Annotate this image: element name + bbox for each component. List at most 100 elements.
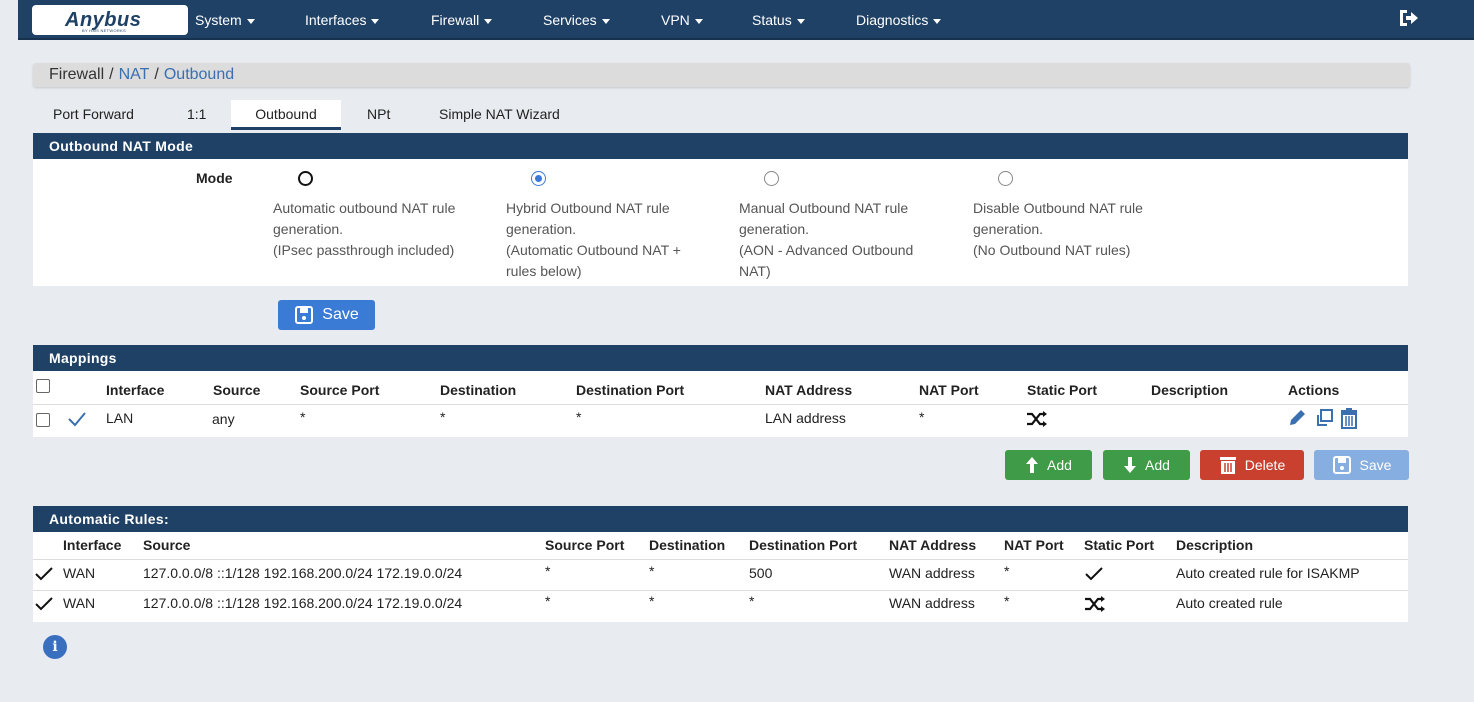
cell-interface: WAN (63, 565, 96, 581)
delete-label: Delete (1244, 457, 1286, 473)
info-icon[interactable]: i (43, 635, 67, 659)
col-destination: Destination (649, 537, 726, 553)
nav-system[interactable]: System (195, 12, 255, 28)
cell-destination: * (440, 409, 446, 425)
nav-diagnostics[interactable]: Diagnostics (856, 12, 942, 28)
select-all-checkbox[interactable] (36, 379, 50, 393)
col-static-port: Static Port (1084, 537, 1155, 553)
logout-icon[interactable] (1398, 8, 1420, 28)
breadcrumb-outbound[interactable]: Outbound (164, 66, 234, 83)
caret-down-icon (933, 18, 942, 24)
caret-down-icon (484, 18, 493, 24)
mode-option-hybrid[interactable]: Hybrid Outbound NAT rule generation. (Au… (506, 171, 716, 282)
nav-label: Interfaces (305, 12, 367, 28)
col-destination: Destination (440, 382, 517, 398)
radio-disable[interactable] (998, 171, 1013, 186)
nav-label: System (195, 12, 242, 28)
logo-tagline: BY HMS NETWORKS (82, 28, 126, 33)
copy-icon[interactable] (1314, 408, 1334, 428)
mode-label: Mode (196, 170, 233, 186)
top-navbar: Anybus BY HMS NETWORKS System Interfaces… (18, 0, 1474, 40)
radio-manual[interactable] (764, 171, 779, 186)
static-port-check-icon (1085, 567, 1103, 581)
cell-destination-port: * (576, 409, 582, 425)
col-nat-port: NAT Port (919, 382, 979, 398)
col-destination-port: Destination Port (576, 382, 685, 398)
enabled-check-icon (35, 567, 53, 581)
trash-icon[interactable] (1339, 407, 1359, 429)
cell-source-port: * (300, 409, 306, 425)
col-destination-port: Destination Port (749, 537, 858, 553)
nav-label: Diagnostics (856, 12, 929, 28)
mode-option-disable[interactable]: Disable Outbound NAT rule generation. (N… (973, 171, 1183, 261)
cell-destination: * (649, 563, 655, 579)
add-label: Add (1145, 457, 1170, 473)
col-actions: Actions (1288, 382, 1340, 398)
nav-status[interactable]: Status (752, 12, 805, 28)
cell-source-port: * (545, 593, 551, 609)
nav-vpn[interactable]: VPN (661, 12, 703, 28)
automatic-rules-table: Interface Source Source Port Destination… (33, 532, 1408, 622)
outbound-mode-panel: Mode Automatic outbound NAT rule generat… (33, 159, 1408, 286)
edit-pencil-icon[interactable] (1287, 408, 1307, 428)
cell-source: 127.0.0.0/8 ::1/128 192.168.200.0/24 172… (143, 565, 463, 581)
cell-nat-address: WAN address (889, 565, 975, 581)
col-nat-address: NAT Address (765, 382, 853, 398)
nav-label: Firewall (431, 12, 480, 28)
radio-automatic[interactable] (298, 171, 313, 186)
mode-option-text: Manual Outbound NAT rule generation. (AO… (739, 200, 914, 279)
nav-label: Services (543, 12, 597, 28)
mode-option-text: Automatic outbound NAT rule generation. … (273, 200, 456, 258)
add-top-button[interactable]: Add (1005, 450, 1092, 480)
col-static-port: Static Port (1027, 382, 1098, 398)
col-source-port: Source Port (545, 537, 625, 553)
tab-npt[interactable]: NPt (367, 100, 390, 130)
trash-icon (1219, 457, 1236, 474)
cell-nat-port: * (1004, 563, 1010, 579)
nav-services[interactable]: Services (543, 12, 610, 28)
cell-description: Auto created rule (1176, 595, 1283, 611)
col-nat-address: NAT Address (889, 537, 977, 553)
save-label: Save (322, 306, 359, 323)
nav-interfaces[interactable]: Interfaces (305, 12, 380, 28)
mode-save-button[interactable]: Save (278, 300, 375, 330)
caret-down-icon (601, 18, 610, 24)
col-source-port: Source Port (300, 382, 380, 398)
arrow-up-icon (1026, 457, 1039, 473)
mappings-save-button[interactable]: Save (1314, 450, 1409, 480)
automatic-rules-header: Automatic Rules: (33, 506, 1408, 532)
col-description: Description (1176, 537, 1254, 553)
col-nat-port: NAT Port (1004, 537, 1064, 553)
breadcrumb: Firewall / NAT / Outbound (33, 63, 1410, 87)
enabled-check-icon[interactable] (67, 411, 87, 427)
caret-down-icon (694, 18, 703, 24)
save-label: Save (1359, 457, 1392, 473)
row-checkbox[interactable] (36, 413, 50, 427)
brand-logo[interactable]: Anybus BY HMS NETWORKS (32, 5, 188, 35)
mappings-table: Interface Source Source Port Destination… (33, 371, 1408, 437)
add-bottom-button[interactable]: Add (1103, 450, 1190, 480)
mode-option-text: Hybrid Outbound NAT rule generation. (Au… (506, 200, 681, 279)
mode-option-automatic[interactable]: Automatic outbound NAT rule generation. … (273, 171, 483, 261)
col-interface: Interface (63, 537, 122, 553)
tab-simple-nat-wizard[interactable]: Simple NAT Wizard (439, 100, 560, 130)
radio-hybrid[interactable] (531, 171, 546, 186)
mode-option-manual[interactable]: Manual Outbound NAT rule generation. (AO… (739, 171, 949, 282)
tab-outbound[interactable]: Outbound (231, 100, 341, 130)
cell-interface: WAN (63, 595, 96, 611)
breadcrumb-nat[interactable]: NAT (119, 66, 150, 83)
breadcrumb-firewall: Firewall (49, 66, 105, 83)
caret-down-icon (246, 18, 255, 24)
tab-one-to-one[interactable]: 1:1 (187, 100, 206, 130)
nav-firewall[interactable]: Firewall (431, 12, 493, 28)
delete-button[interactable]: Delete (1200, 450, 1304, 480)
cell-source: any (212, 411, 235, 427)
save-icon (1332, 456, 1351, 474)
col-interface: Interface (106, 382, 165, 398)
tab-port-forward[interactable]: Port Forward (53, 100, 134, 130)
cell-destination-port: * (749, 593, 755, 609)
breadcrumb-separator: / (109, 66, 114, 83)
caret-down-icon (796, 18, 805, 24)
col-source: Source (213, 382, 261, 398)
outbound-mode-header: Outbound NAT Mode (33, 133, 1408, 159)
